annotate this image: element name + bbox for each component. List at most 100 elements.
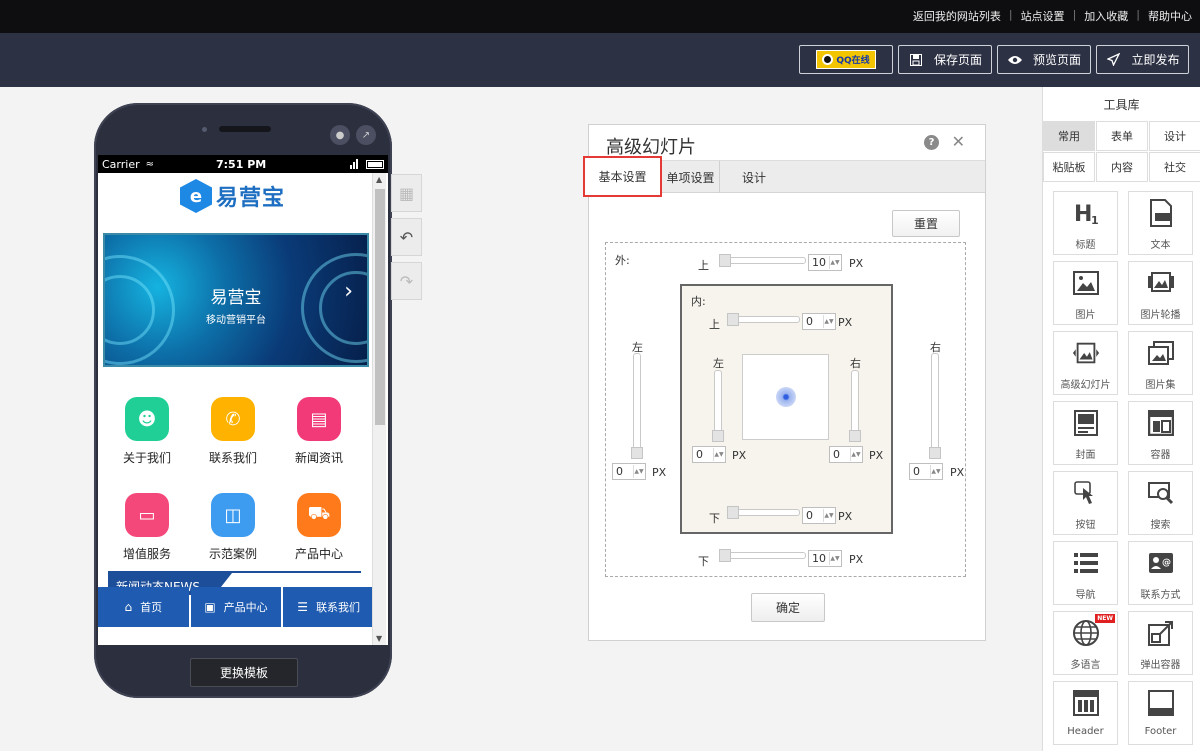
svg-text:H: H	[1074, 202, 1092, 226]
chevron-right-icon[interactable]: ›	[344, 279, 353, 304]
link-site-list[interactable]: 返回我的网站列表	[913, 8, 1001, 24]
inner-top-slider[interactable]	[727, 313, 800, 326]
stepper-icon[interactable]: ▲▼	[850, 448, 861, 461]
stepper-icon[interactable]: ▲▼	[829, 256, 840, 269]
undo-icon[interactable]: ↶	[391, 218, 422, 256]
nav-contact[interactable]: ☰ 联系我们	[283, 587, 375, 627]
search-icon	[1147, 479, 1175, 507]
stepper-icon[interactable]: ▲▼	[829, 552, 840, 565]
send-icon	[1105, 52, 1121, 68]
outer-left-input[interactable]: 0 ▲▼	[612, 463, 646, 480]
tool-popup[interactable]: 弹出容器	[1128, 611, 1193, 675]
tool-contact[interactable]: @ 联系方式	[1128, 541, 1193, 605]
stepper-icon[interactable]: ▲▼	[633, 465, 644, 478]
scroll-down-icon[interactable]: ▼	[376, 634, 382, 643]
outer-left-slider[interactable]	[631, 353, 643, 459]
grid-item-cases[interactable]: ◫ 示范案例	[198, 493, 268, 562]
tool-footer[interactable]: Footer	[1128, 681, 1193, 745]
nav-home[interactable]: ⌂ 首页	[98, 587, 189, 627]
tool-nav[interactable]: 导航	[1053, 541, 1118, 605]
reset-button[interactable]: 重置	[892, 210, 960, 237]
publish-button[interactable]: 立即发布	[1096, 45, 1189, 74]
inner-left-slider[interactable]	[712, 370, 724, 442]
tab-form[interactable]: 表单	[1096, 121, 1148, 151]
tool-carousel[interactable]: 图片轮播	[1128, 261, 1193, 325]
tab-clipboard[interactable]: 粘贴板	[1043, 152, 1095, 182]
tab-social[interactable]: 社交	[1149, 152, 1200, 182]
button-icon	[1072, 479, 1100, 507]
top-bar: 返回我的网站列表 | 站点设置 | 加入收藏 | 帮助中心	[0, 0, 1200, 33]
link-add-favorite[interactable]: 加入收藏	[1084, 8, 1128, 24]
editor-toolbar: QQ在线 保存页面 预览页面 立即发布	[0, 33, 1200, 87]
stepper-icon[interactable]: ▲▼	[930, 465, 941, 478]
tab-basic-settings[interactable]: 基本设置	[583, 156, 662, 197]
tool-gallery[interactable]: 图片集	[1128, 331, 1193, 395]
phone-scrollbar[interactable]: ▲ ▼	[372, 173, 386, 645]
nav-products[interactable]: ▣ 产品中心	[190, 587, 282, 627]
inner-right-slider[interactable]	[849, 370, 861, 442]
inner-top-input[interactable]: 0 ▲▼	[802, 313, 836, 330]
grid-item-contact[interactable]: ✆ 联系我们	[198, 397, 268, 466]
status-bar: Carrier ≈ 7:51 PM	[98, 155, 388, 173]
banner-subtitle: 移动营销平台	[206, 315, 266, 326]
inner-bottom-input[interactable]: 0 ▲▼	[802, 507, 836, 524]
outer-label: 外:	[615, 254, 630, 267]
confirm-button[interactable]: 确定	[751, 593, 825, 622]
inner-label: 内:	[691, 295, 706, 308]
text-icon	[1147, 199, 1175, 227]
link-help[interactable]: 帮助中心	[1148, 8, 1192, 24]
grid-item-services[interactable]: ▭ 增值服务	[112, 493, 182, 562]
stepper-icon[interactable]: ▲▼	[823, 315, 834, 328]
tab-lib-design[interactable]: 设计	[1149, 121, 1200, 151]
preview-page-button[interactable]: 预览页面	[997, 45, 1091, 74]
grid-item-products[interactable]: ⛟ 产品中心	[284, 493, 354, 562]
tool-cover[interactable]: 封面	[1053, 401, 1118, 465]
product-icon: ▣	[204, 600, 216, 614]
inner-bottom-slider[interactable]	[727, 506, 800, 519]
outer-right-slider[interactable]	[929, 353, 941, 459]
tool-header[interactable]: Header	[1053, 681, 1118, 745]
outer-top-slider[interactable]	[719, 254, 806, 267]
grid-item-about[interactable]: ☻ 关于我们	[112, 397, 182, 466]
scroll-thumb[interactable]	[375, 189, 385, 425]
grid-item-news[interactable]: ▤ 新闻资讯	[284, 397, 354, 466]
inner-left-input[interactable]: 0 ▲▼	[692, 446, 726, 463]
chat-icon[interactable]: ●	[330, 125, 350, 145]
tab-content[interactable]: 内容	[1096, 152, 1148, 182]
outer-right-input[interactable]: 0 ▲▼	[909, 463, 943, 480]
redo-icon[interactable]: ↷	[391, 262, 422, 300]
tool-search[interactable]: 搜索	[1128, 471, 1193, 535]
save-page-button[interactable]: 保存页面	[898, 45, 992, 74]
stats-icon[interactable]: ↗	[356, 125, 376, 145]
scroll-up-icon[interactable]: ▲	[376, 175, 382, 184]
tool-container[interactable]: 容器	[1128, 401, 1193, 465]
tool-text[interactable]: 文本	[1128, 191, 1193, 255]
inner-right-label: 右	[850, 357, 861, 370]
link-site-settings[interactable]: 站点设置	[1021, 8, 1065, 24]
tab-common[interactable]: 常用	[1043, 121, 1095, 151]
contact-icon: @	[1147, 549, 1175, 577]
tool-slideshow[interactable]: 高级幻灯片	[1053, 331, 1118, 395]
outer-top-input[interactable]: 10 ▲▼	[808, 254, 842, 271]
tool-heading[interactable]: H1 标题	[1053, 191, 1118, 255]
grid-layout-icon[interactable]: ▦	[391, 174, 422, 212]
stepper-icon[interactable]: ▲▼	[823, 509, 834, 522]
tab-item-settings[interactable]: 单项设置	[662, 161, 720, 193]
inner-top-label: 上	[709, 318, 720, 331]
inner-right-input[interactable]: 0 ▲▼	[829, 446, 863, 463]
outer-bottom-slider[interactable]	[719, 549, 806, 562]
center-preview-box	[742, 354, 829, 440]
qq-online-button[interactable]: QQ在线	[799, 45, 893, 74]
library-title: 工具库	[1103, 97, 1140, 112]
tool-multilang[interactable]: NEW 多语言	[1053, 611, 1118, 675]
close-icon[interactable]: ✕	[952, 132, 965, 151]
tool-image[interactable]: 图片	[1053, 261, 1118, 325]
outer-bottom-input[interactable]: 10 ▲▼	[808, 550, 842, 567]
news-divider	[108, 571, 361, 573]
help-icon[interactable]: ?	[924, 135, 939, 150]
tool-button[interactable]: 按钮	[1053, 471, 1118, 535]
slideshow-banner[interactable]: 易营宝 移动营销平台 ›	[103, 233, 369, 367]
stepper-icon[interactable]: ▲▼	[713, 448, 724, 461]
switch-template-button[interactable]: 更换模板	[190, 658, 298, 687]
tab-design[interactable]: 设计	[720, 161, 788, 193]
